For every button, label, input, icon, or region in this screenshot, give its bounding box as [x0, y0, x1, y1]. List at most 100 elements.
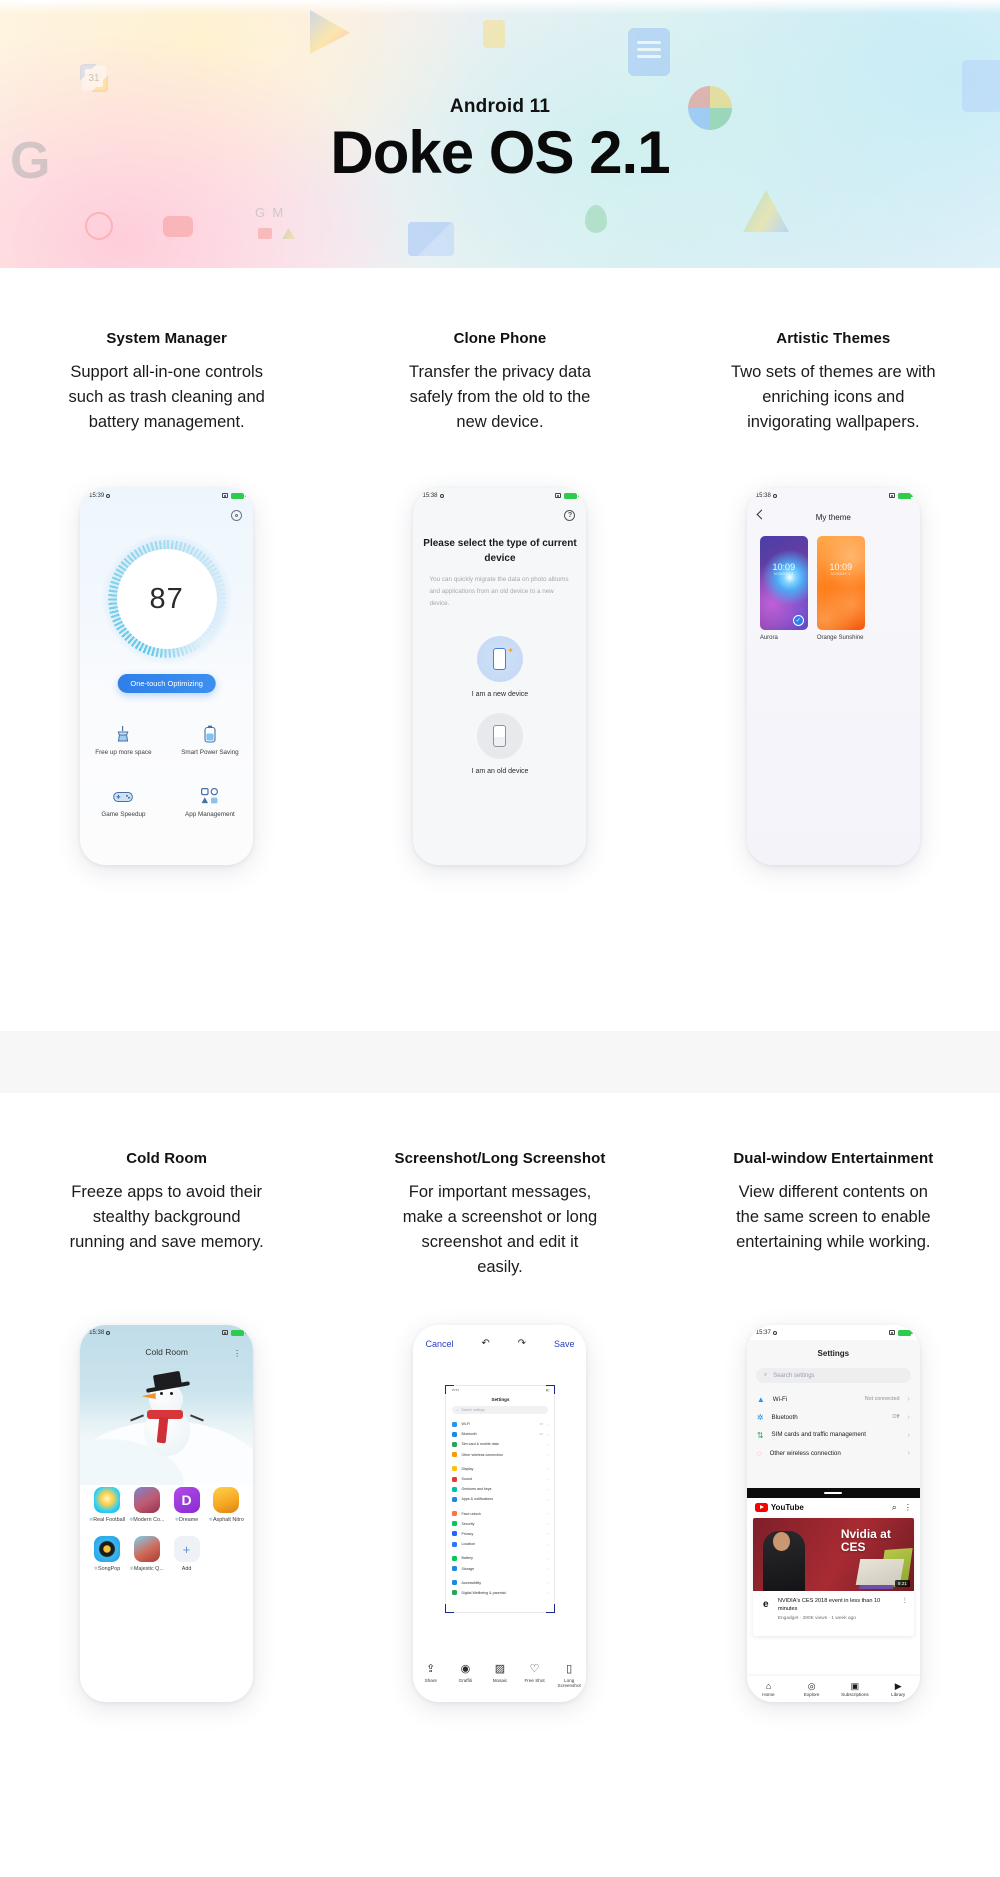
back-chevron-icon[interactable] — [756, 509, 767, 520]
subscriptions-icon: ▣ — [850, 1680, 860, 1691]
clone-heading: Please select the type of current device — [423, 538, 577, 564]
more-vertical-icon[interactable]: ⋮ — [904, 1503, 912, 1512]
play-store-icon — [310, 10, 350, 54]
theme-clock-sub: MONDAY 4 — [831, 572, 851, 576]
feature-title: Artistic Themes — [776, 330, 891, 347]
search-icon: ⌕ — [456, 1408, 459, 1412]
one-touch-optimizing-button[interactable]: One-touch Optimizing — [117, 674, 216, 693]
nav-home[interactable]: ⌂ Home — [747, 1680, 790, 1697]
option-old-device[interactable]: I am an old device — [413, 713, 586, 775]
app-item-add[interactable]: + Add — [167, 1536, 207, 1572]
crop-handle-bottom-right[interactable] — [546, 1604, 556, 1613]
settings-item-wifi[interactable]: ▲ Wi-Fi Not connected › — [747, 1390, 920, 1408]
snowman-illustration — [129, 1365, 204, 1460]
video-thumbnail: Nvidia at CES 9:21 — [752, 1518, 914, 1591]
clone-paragraph: You can quickly migrate the data on phot… — [429, 576, 569, 607]
cancel-button[interactable]: Cancel — [425, 1339, 453, 1349]
health-score-value: 87 — [121, 554, 212, 644]
status-gear-icon — [106, 1330, 111, 1335]
tool-share[interactable]: ⇪ Share — [413, 1664, 448, 1688]
app-item[interactable]: ❄Modern Co... — [127, 1487, 167, 1523]
search-settings-field[interactable]: ⌕ Search settings — [755, 1368, 911, 1383]
calendar-icon: 31 — [80, 64, 108, 92]
app-item[interactable]: D ❄Dreame — [167, 1487, 207, 1523]
tool-free-shot[interactable]: ♡ Free Shot — [517, 1664, 552, 1688]
tool-label: Graffiti — [458, 1678, 473, 1683]
video-title: NVIDIA's CES 2018 event in less than 10 … — [777, 1598, 881, 1612]
preview-status-bar: 15:54 ▮▯ — [451, 1388, 550, 1392]
search-icon[interactable]: ⌕ — [892, 1502, 897, 1513]
nav-explore[interactable]: ◎ Explore — [790, 1681, 833, 1697]
more-vertical-icon[interactable]: ⋮ — [233, 1349, 241, 1358]
theme-card-orange-sunshine[interactable]: 10:09 MONDAY 4 Orange Sunshine — [816, 536, 865, 641]
tile-label: Game Speedup — [101, 811, 146, 818]
redo-icon[interactable]: ↷ — [518, 1338, 526, 1349]
settings-item-bluetooth[interactable]: ✲ Bluetooth Off › — [747, 1408, 920, 1426]
settings-item-sim[interactable]: ⇅ SIM cards and traffic management › — [747, 1426, 920, 1444]
screen-record-icon — [222, 493, 229, 498]
app-item[interactable]: ❄Real Football — [87, 1487, 127, 1523]
youtube-brand: YouTube — [770, 1502, 804, 1512]
app-label: Majestic Q... — [133, 1566, 164, 1572]
bluetooth-icon: ✲ — [756, 1412, 764, 1422]
health-score-dial: 87 — [101, 534, 232, 664]
feature-card-clone-phone: Clone Phone Transfer the privacy data sa… — [333, 330, 666, 435]
search-placeholder: Search settings — [461, 1408, 485, 1412]
crop-handle-bottom-left[interactable] — [445, 1604, 455, 1613]
tool-graffiti[interactable]: ◉ Graffiti — [448, 1664, 483, 1688]
video-meta: e NVIDIA's CES 2018 event in less than 1… — [753, 1591, 914, 1621]
app-item[interactable]: ❄SongPop — [87, 1536, 127, 1572]
drag-handle[interactable] — [824, 1492, 843, 1494]
tool-mosaic[interactable]: ▨ Mosaic — [483, 1664, 518, 1688]
crop-handle-top-right[interactable] — [546, 1385, 556, 1394]
tool-long-screenshot[interactable]: ▯ Long Screenshot — [552, 1664, 587, 1689]
battery-icon — [564, 492, 580, 499]
app-label: SongPop — [98, 1566, 121, 1572]
nav-library[interactable]: ▶ Library — [877, 1681, 920, 1697]
tile-label: Free up more space — [95, 749, 152, 756]
more-vertical-icon[interactable]: ⋮ — [902, 1597, 908, 1621]
save-button[interactable]: Save — [554, 1339, 575, 1349]
undo-icon[interactable]: ↶ — [481, 1338, 489, 1349]
option-new-device[interactable]: ✦ I am a new device — [413, 636, 586, 698]
theme-clock: 10:09 MONDAY 4 — [817, 562, 865, 576]
video-duration: 9:21 — [894, 1580, 910, 1587]
hero-title: Doke OS 2.1 — [330, 119, 670, 186]
nav-subscriptions[interactable]: ▣ Subscriptions — [833, 1680, 876, 1697]
preview-list-item: Sim card & mobile data › — [446, 1439, 554, 1449]
system-manager-tiles: Free up more space Smart Power Saving Ga… — [80, 724, 253, 818]
wireless-icon: ◌ — [756, 1448, 762, 1458]
preview-search-field: ⌕ Search settings — [452, 1406, 549, 1414]
chevron-right-icon: › — [907, 1395, 910, 1403]
app-label: Real Football — [93, 1517, 126, 1523]
feature-card-cold-room: Cold Room Freeze apps to avoid their ste… — [0, 1150, 333, 1280]
home-icon: ⌂ — [765, 1680, 772, 1691]
sparkle-icon: ✦ — [507, 646, 514, 655]
battery-icon — [897, 1329, 913, 1336]
split-screen-divider[interactable] — [746, 1488, 920, 1498]
tile-smart-power-saving[interactable]: Smart Power Saving — [167, 724, 254, 756]
phone-mockup-cold-room: 15:38 Cold Room ⋮ ❄Real Football ❄Modern… — [0, 1325, 333, 1702]
youtube-video-card[interactable]: Nvidia at CES 9:21 e NVIDIA's CES 2018 e… — [752, 1518, 914, 1636]
youtube-bottom-nav: ⌂ Home ◎ Explore ▣ Subscriptions ▶ Library — [746, 1676, 920, 1702]
tile-game-speedup[interactable]: Game Speedup — [80, 786, 167, 818]
app-item[interactable]: ❄Majestic Q... — [127, 1536, 167, 1572]
tile-free-up-space[interactable]: Free up more space — [80, 724, 167, 756]
screen-record-icon — [888, 1330, 895, 1335]
feature-description: Two sets of themes are with enriching ic… — [731, 363, 936, 431]
theme-card-aurora[interactable]: 10:09 MONDAY 4 ✓ Aurora — [759, 536, 808, 641]
maps-icon — [585, 205, 607, 233]
tile-app-management[interactable]: App Management — [167, 786, 254, 818]
preview-settings-list: Wi-Fi Off › Bluetooth Off › Sim card & mobil… — [446, 1419, 554, 1598]
features-row-1-phones: 15:39 87 One-touch Optimizing Free up mo… — [0, 488, 1000, 865]
crop-handle-top-left[interactable] — [445, 1385, 455, 1394]
screenshot-preview[interactable]: 15:54 ▮▯ Settings ⌕ Search settings Wi-F… — [445, 1385, 556, 1613]
feature-card-artistic-themes: Artistic Themes Two sets of themes are w… — [667, 330, 1000, 435]
preview-list-item: Apps & notifications › — [446, 1494, 554, 1504]
nav-label: Explore — [803, 1691, 820, 1697]
screenshot-toolbar: Cancel ↶ ↷ Save — [413, 1338, 586, 1349]
preview-list-item: Security › — [446, 1519, 554, 1529]
app-item[interactable]: ❄Asphalt Nitro — [206, 1487, 246, 1523]
settings-item-other-wireless[interactable]: ◌ Other wireless connection › — [747, 1444, 920, 1462]
youtube-play-icon — [754, 1502, 768, 1512]
